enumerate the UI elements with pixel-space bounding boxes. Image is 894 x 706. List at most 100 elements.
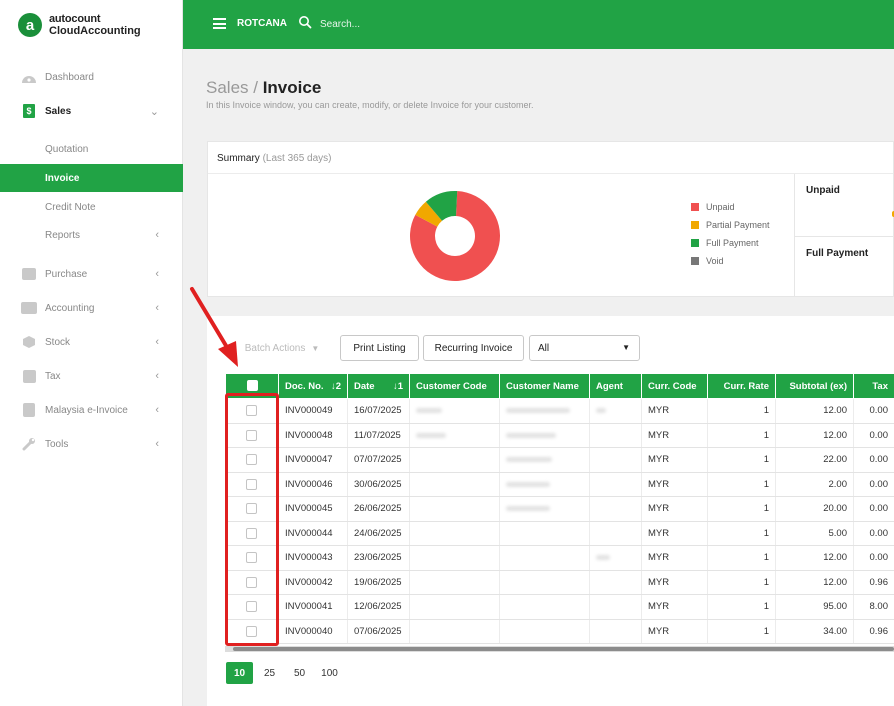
page-size-50[interactable]: 50 xyxy=(286,662,313,684)
table-row[interactable]: INV000049 16/07/2025 MYR 1 12.00 0.00 xyxy=(225,398,894,424)
sidebar-item-tools[interactable]: Tools ‹ xyxy=(0,430,183,458)
cell-customer-code xyxy=(409,472,500,497)
cell-curr-code: MYR xyxy=(641,570,708,595)
recurring-invoice-button[interactable]: Recurring Invoice xyxy=(423,335,524,361)
wrench-icon xyxy=(21,437,37,451)
col-customer-name[interactable]: Customer Name xyxy=(499,373,590,399)
cell-date: 11/07/2025 xyxy=(347,423,410,448)
legend-item-full-payment[interactable]: Full Payment xyxy=(691,234,770,252)
page-description: In this Invoice window, you can create, … xyxy=(206,100,534,110)
col-customer-code[interactable]: Customer Code xyxy=(409,373,500,399)
cell-agent xyxy=(589,521,642,546)
status-filter-select[interactable]: All ▼ xyxy=(529,335,640,361)
col-agent[interactable]: Agent xyxy=(589,373,642,399)
sidebar-item-invoice[interactable]: Invoice xyxy=(0,164,183,192)
col-subtotal-ex[interactable]: Subtotal (ex) xyxy=(775,373,854,399)
sidebar: a autocount CloudAccounting Dashboard $ … xyxy=(0,0,183,706)
autocount-logo-icon: a xyxy=(18,13,42,37)
sidebar-item-tax[interactable]: Tax ‹ xyxy=(0,362,183,390)
annotation-arrow-icon xyxy=(190,287,238,367)
scrollbar-thumb[interactable] xyxy=(233,647,894,651)
search-input[interactable] xyxy=(320,15,500,33)
cell-customer-code xyxy=(409,398,500,424)
menu-icon[interactable] xyxy=(213,18,226,29)
sidebar-item-credit-note[interactable]: Credit Note xyxy=(0,193,183,221)
chevron-left-icon: ‹ xyxy=(155,302,159,314)
company-name[interactable]: ROTCANA xyxy=(237,18,287,29)
chevron-left-icon: ‹ xyxy=(155,438,159,450)
cell-tax: 8.00 xyxy=(853,594,894,620)
cell-agent xyxy=(589,472,642,497)
breadcrumb-invoice: Invoice xyxy=(262,78,322,97)
cell-curr-code: MYR xyxy=(641,496,708,522)
cell-subtotal: 5.00 xyxy=(775,521,854,546)
sidebar-item-reports[interactable]: Reports ‹ xyxy=(0,221,183,249)
legend-item-void[interactable]: Void xyxy=(691,252,770,270)
table-row[interactable]: INV000040 07/06/2025 MYR 1 34.00 0.96 xyxy=(225,619,894,644)
summary-legend: Unpaid Partial Payment Full Payment Void xyxy=(691,198,770,270)
page-size-10[interactable]: 10 xyxy=(226,662,253,684)
print-listing-button[interactable]: Print Listing xyxy=(340,335,419,361)
cell-date: 23/06/2025 xyxy=(347,545,410,571)
sidebar-item-dashboard[interactable]: Dashboard xyxy=(0,63,183,91)
cell-tax: 0.00 xyxy=(853,545,894,571)
cell-curr-rate: 1 xyxy=(707,496,776,522)
table-row[interactable]: INV000044 24/06/2025 MYR 1 5.00 0.00 xyxy=(225,521,894,546)
table-row[interactable]: INV000045 26/06/2025 MYR 1 20.00 0.00 xyxy=(225,496,894,522)
breadcrumb-sales[interactable]: Sales xyxy=(206,78,249,97)
legend-item-unpaid[interactable]: Unpaid xyxy=(691,198,770,216)
cell-date: 19/06/2025 xyxy=(347,570,410,595)
horizontal-scrollbar[interactable] xyxy=(225,646,894,652)
cell-customer-code xyxy=(409,594,500,620)
cell-agent xyxy=(589,496,642,522)
sidebar-item-accounting[interactable]: Accounting ‹ xyxy=(0,294,183,322)
sidebar-item-purchase[interactable]: Purchase ‹ xyxy=(0,260,183,288)
chevron-down-icon: ⌄ xyxy=(149,105,159,118)
col-tax[interactable]: Tax xyxy=(853,373,894,399)
sidebar-item-stock[interactable]: Stock ‹ xyxy=(0,328,183,356)
cell-subtotal: 12.00 xyxy=(775,423,854,448)
page-size-25[interactable]: 25 xyxy=(256,662,283,684)
page-size-selector: 10 25 50 100 xyxy=(226,662,346,684)
cell-curr-rate: 1 xyxy=(707,423,776,448)
col-doc-no[interactable]: Doc. No. ↓2 xyxy=(278,373,348,399)
brand-logo[interactable]: a autocount CloudAccounting xyxy=(18,10,141,40)
invoice-table: Doc. No. ↓2 Date ↓1 Customer Code Custom… xyxy=(225,373,894,644)
cell-customer-name xyxy=(499,423,590,448)
cell-curr-code: MYR xyxy=(641,423,708,448)
page-size-100[interactable]: 100 xyxy=(316,662,343,684)
cell-tax: 0.00 xyxy=(853,472,894,497)
table-row[interactable]: INV000042 19/06/2025 MYR 1 12.00 0.96 xyxy=(225,570,894,595)
unpaid-total-label: Unpaid xyxy=(806,185,840,196)
cell-curr-rate: 1 xyxy=(707,398,776,424)
summary-donut-chart xyxy=(410,191,500,281)
table-row[interactable]: INV000046 30/06/2025 MYR 1 2.00 0.00 xyxy=(225,472,894,497)
search-icon[interactable] xyxy=(298,15,312,29)
cell-customer-code xyxy=(409,521,500,546)
table-row[interactable]: INV000047 07/07/2025 MYR 1 22.00 0.00 xyxy=(225,447,894,473)
cell-customer-code xyxy=(409,570,500,595)
cell-curr-code: MYR xyxy=(641,398,708,424)
cell-curr-rate: 1 xyxy=(707,545,776,571)
sidebar-item-malaysia-e-invoice[interactable]: Malaysia e-Invoice ‹ xyxy=(0,396,183,424)
sidebar-item-quotation[interactable]: Quotation xyxy=(0,135,183,163)
table-row[interactable]: INV000043 23/06/2025 MYR 1 12.00 0.00 xyxy=(225,545,894,571)
table-row[interactable]: INV000041 12/06/2025 MYR 1 95.00 8.00 xyxy=(225,594,894,620)
cell-agent xyxy=(589,545,642,571)
select-all-checkbox[interactable] xyxy=(246,380,258,392)
invoice-list-card: Batch Actions ▼ Print Listing Recurring I… xyxy=(207,316,894,706)
stock-icon xyxy=(21,335,37,349)
col-curr-code[interactable]: Curr. Code xyxy=(641,373,708,399)
col-curr-rate[interactable]: Curr. Rate xyxy=(707,373,776,399)
col-date[interactable]: Date ↓1 xyxy=(347,373,410,399)
cell-doc-no: INV000043 xyxy=(278,545,348,571)
cell-customer-code xyxy=(409,496,500,522)
dashboard-icon xyxy=(21,70,37,84)
legend-item-partial-payment[interactable]: Partial Payment xyxy=(691,216,770,234)
table-row[interactable]: INV000048 11/07/2025 MYR 1 12.00 0.00 xyxy=(225,423,894,448)
cell-date: 24/06/2025 xyxy=(347,521,410,546)
brand-name-bottom: CloudAccounting xyxy=(49,25,141,37)
sidebar-item-sales[interactable]: $ Sales ⌄ xyxy=(0,97,183,125)
chevron-left-icon: ‹ xyxy=(155,404,159,416)
cell-customer-name xyxy=(499,496,590,522)
